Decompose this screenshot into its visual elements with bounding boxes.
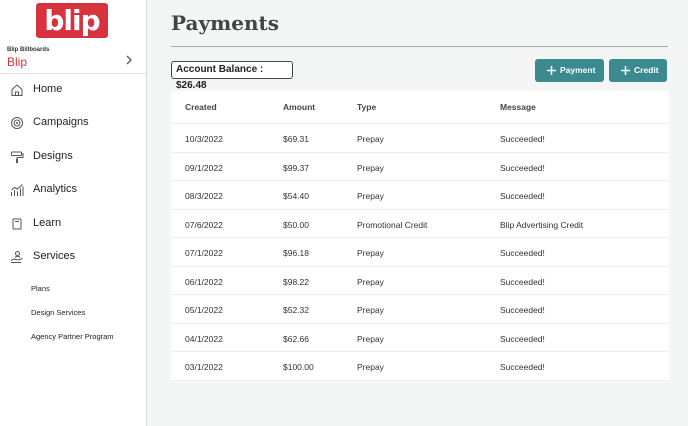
org-picker[interactable]: Blip Billboards Blip bbox=[0, 44, 146, 74]
column-header-created[interactable]: Created bbox=[185, 102, 217, 112]
table-cell: 09/1/2022 bbox=[185, 162, 223, 173]
paint-roller-icon bbox=[11, 151, 24, 163]
table-row: 10/3/2022 $69.31 Prepay Succeeded! bbox=[171, 124, 669, 153]
column-header-message[interactable]: Message bbox=[500, 102, 536, 112]
table-cell: Prepay bbox=[357, 305, 384, 315]
table-cell: Succeeded! bbox=[500, 362, 545, 372]
plus-icon bbox=[547, 66, 556, 75]
payment-button-label: Payment bbox=[560, 65, 596, 75]
table-cell: Prepay bbox=[357, 162, 384, 173]
sidebar: blip Blip Billboards Blip Home Campaigns… bbox=[0, 0, 147, 426]
add-credit-button[interactable]: Credit bbox=[609, 59, 667, 82]
table-cell: Prepay bbox=[357, 134, 384, 144]
table-cell: $50.00 bbox=[283, 219, 309, 230]
column-header-amount[interactable]: Amount bbox=[283, 102, 315, 112]
table-row: 06/1/2022 $98.22 Prepay Succeeded! bbox=[171, 267, 669, 295]
title-divider bbox=[171, 46, 668, 47]
table-cell: $52.32 bbox=[283, 305, 309, 315]
table-row: 08/3/2022 $54.40 Prepay Succeeded! bbox=[171, 181, 669, 210]
table-cell: $100.00 bbox=[283, 362, 314, 372]
table-cell: 10/3/2022 bbox=[185, 134, 223, 144]
sidebar-item-services[interactable]: Services bbox=[0, 243, 146, 271]
table-cell: Prepay bbox=[357, 362, 384, 372]
sidebar-item-analytics[interactable]: Analytics bbox=[0, 176, 146, 204]
chart-icon bbox=[11, 184, 24, 196]
table-cell: Succeeded! bbox=[500, 333, 545, 344]
org-label: Blip Billboards bbox=[7, 47, 50, 53]
table-cell: $99.37 bbox=[283, 162, 309, 173]
table-cell: $69.31 bbox=[283, 134, 309, 144]
table-cell: 04/1/2022 bbox=[185, 333, 223, 344]
table-cell: $96.18 bbox=[283, 248, 309, 258]
table-row: 05/1/2022 $52.32 Prepay Succeeded! bbox=[171, 295, 669, 324]
sidebar-item-label: Services bbox=[33, 250, 76, 262]
table-cell: Prepay bbox=[357, 191, 384, 201]
table-cell: Prepay bbox=[357, 333, 384, 344]
sidebar-item-label: Learn bbox=[33, 217, 62, 229]
account-balance: Account Balance : $26.48 bbox=[171, 61, 293, 91]
sidebar-subitem-design-services[interactable]: Design Services bbox=[31, 308, 85, 317]
plus-icon bbox=[621, 66, 630, 75]
table-cell: Succeeded! bbox=[500, 134, 545, 144]
table-row: 07/1/2022 $96.18 Prepay Succeeded! bbox=[171, 238, 669, 267]
book-icon bbox=[12, 218, 22, 230]
table-cell: 06/1/2022 bbox=[185, 276, 223, 287]
table-cell: Blip Advertising Credit bbox=[500, 219, 584, 230]
table-cell: Promotional Credit bbox=[357, 219, 428, 230]
table-cell: Prepay bbox=[357, 276, 384, 287]
sidebar-item-designs[interactable]: Designs bbox=[0, 143, 146, 171]
table-cell: Succeeded! bbox=[500, 248, 545, 258]
table-cell: Prepay bbox=[357, 248, 384, 258]
table-cell: 08/3/2022 bbox=[185, 191, 223, 201]
home-icon bbox=[11, 84, 23, 96]
table-cell: $62.66 bbox=[283, 333, 309, 344]
sidebar-item-learn[interactable]: Learn bbox=[0, 210, 146, 238]
table-header-row: Created Amount Type Message bbox=[171, 91, 669, 124]
sidebar-item-campaigns[interactable]: Campaigns bbox=[0, 109, 146, 137]
credit-button-label: Credit bbox=[634, 65, 659, 75]
sidebar-item-label: Designs bbox=[33, 150, 73, 162]
table-cell: Succeeded! bbox=[500, 276, 545, 287]
payments-table: Created Amount Type Message 10/3/2022 $69… bbox=[171, 91, 669, 382]
hand-person-icon bbox=[10, 251, 23, 263]
page-title: Payments bbox=[171, 11, 280, 35]
table-row: 07/6/2022 $50.00 Promotional Credit Blip Ad… bbox=[171, 210, 669, 238]
table-cell: 05/1/2022 bbox=[185, 305, 223, 315]
table-row: 04/1/2022 $62.66 Prepay Succeeded! bbox=[171, 324, 669, 352]
sidebar-subitem-plans[interactable]: Plans bbox=[31, 284, 50, 293]
table-cell: $98.22 bbox=[283, 276, 309, 287]
chevron-right-icon bbox=[126, 55, 132, 65]
table-cell: $54.40 bbox=[283, 191, 309, 201]
column-header-type[interactable]: Type bbox=[357, 102, 376, 112]
sidebar-item-label: Home bbox=[33, 83, 63, 95]
table-cell: 07/6/2022 bbox=[185, 219, 223, 230]
add-payment-button[interactable]: Payment bbox=[535, 59, 604, 82]
table-cell: 07/1/2022 bbox=[185, 248, 223, 258]
table-cell: Succeeded! bbox=[500, 162, 545, 173]
table-cell: Succeeded! bbox=[500, 305, 545, 315]
logo-text: blip bbox=[44, 4, 100, 37]
target-icon bbox=[11, 117, 23, 129]
table-row: 09/1/2022 $99.37 Prepay Succeeded! bbox=[171, 153, 669, 181]
sidebar-item-home[interactable]: Home bbox=[0, 76, 146, 104]
main-content: Payments Account Balance : $26.48 Paymen… bbox=[148, 0, 688, 426]
table-row: 03/1/2022 $100.00 Prepay Succeeded! bbox=[171, 352, 669, 381]
table-cell: Succeeded! bbox=[500, 191, 545, 201]
blip-logo[interactable]: blip bbox=[36, 3, 108, 38]
sidebar-item-label: Analytics bbox=[33, 183, 78, 195]
sidebar-item-label: Campaigns bbox=[33, 116, 89, 128]
org-name: Blip bbox=[7, 55, 28, 69]
table-cell: 03/1/2022 bbox=[185, 362, 223, 372]
sidebar-subitem-agency-partner-program[interactable]: Agency Partner Program bbox=[31, 332, 114, 341]
